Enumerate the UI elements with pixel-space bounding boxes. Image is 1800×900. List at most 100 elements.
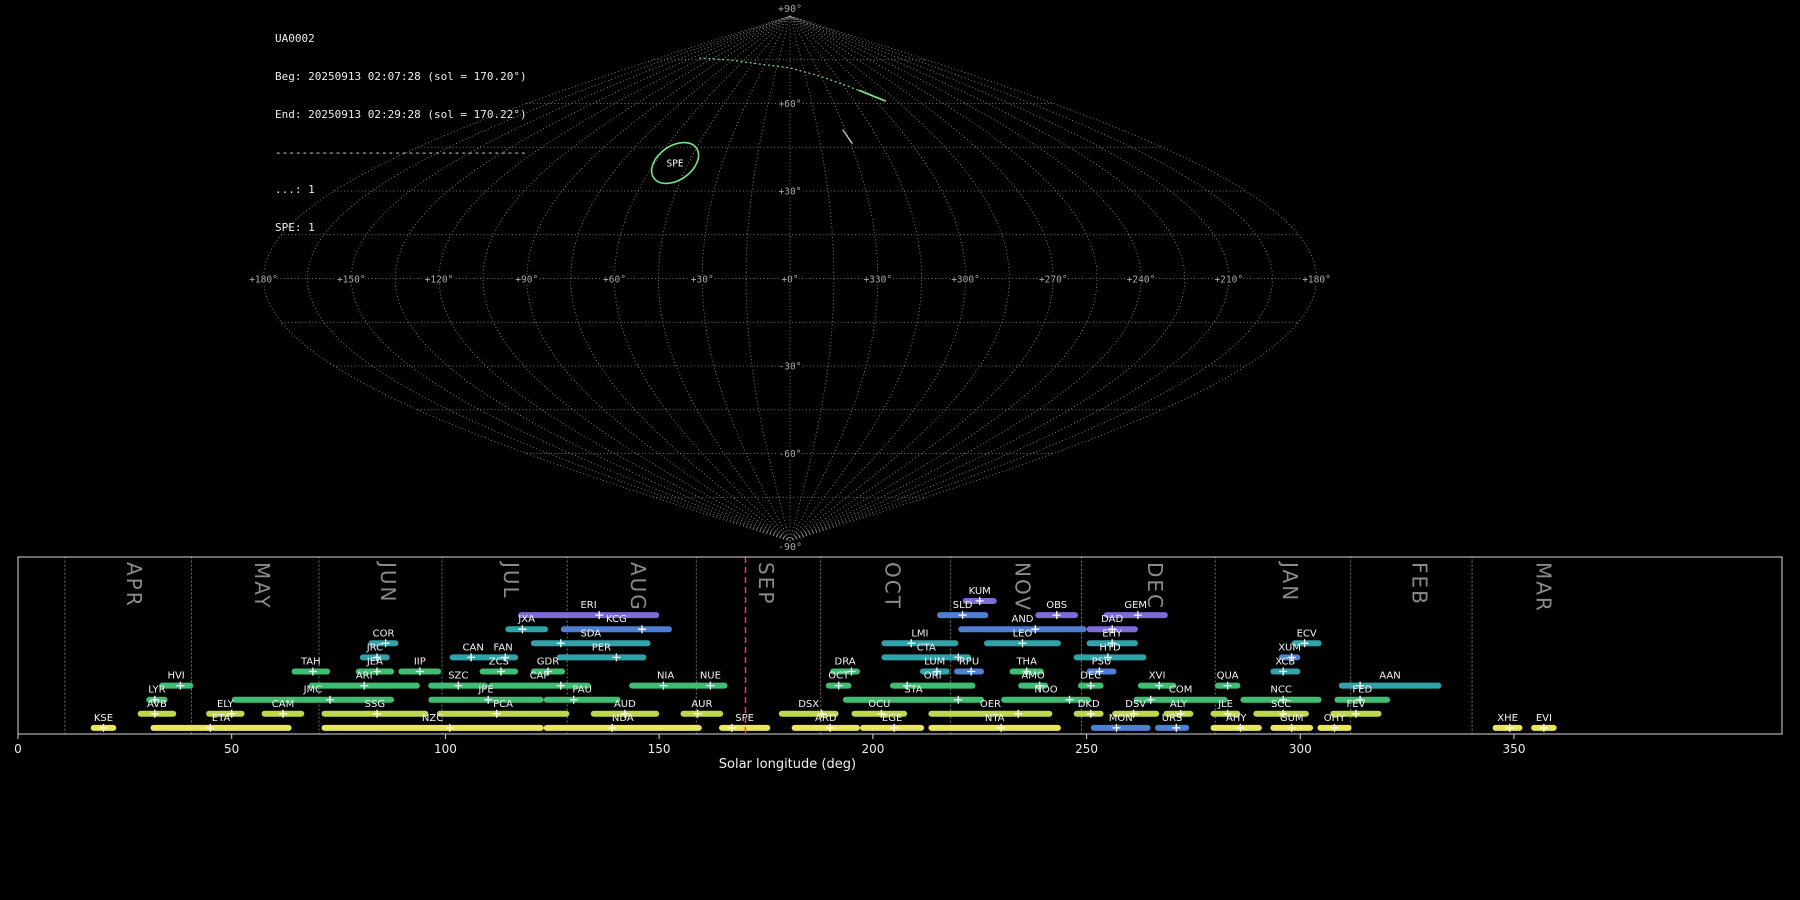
shower-code-AAN: AAN (1379, 671, 1400, 682)
shower-bar-NZC (321, 724, 544, 731)
latitude-label: -60° (779, 449, 802, 460)
longitude-label: +90° (515, 275, 538, 286)
shower-code-LUM: LUM (924, 657, 945, 668)
shower-bar-PER (556, 654, 647, 661)
shower-code-GEM: GEM (1124, 600, 1147, 611)
shower-code-NUE: NUE (700, 671, 721, 682)
separator-line: -------------------------------------- (275, 145, 527, 159)
longitude-label: +30° (691, 275, 714, 286)
pole-label-south: -90° (778, 542, 802, 553)
shower-code-STA: STA (904, 685, 923, 696)
shower-code-OHY: OHY (1324, 713, 1346, 724)
shower-bar-NTA (928, 724, 1061, 731)
shower-bar-STA (842, 696, 984, 703)
month-label-feb: FEB (1407, 562, 1431, 606)
month-label-jun: JUN (376, 560, 400, 604)
shower-code-DRA: DRA (835, 657, 856, 668)
shower-code-COR: COR (373, 628, 395, 639)
shower-code-DEC: DEC (1080, 671, 1101, 682)
shower-code-SCC: SCC (1271, 699, 1291, 710)
month-label-may: MAY (250, 562, 274, 610)
shower-code-ZCS: ZCS (489, 657, 509, 668)
shower-code-PAU: PAU (572, 685, 592, 696)
longitude-label: +60° (603, 275, 626, 286)
shower-code-JLE: JLE (1217, 699, 1233, 710)
month-label-mar: MAR (1532, 562, 1556, 613)
shower-code-NCC: NCC (1270, 685, 1291, 696)
shower-code-EHY: EHY (1102, 628, 1123, 639)
shower-code-SSG: SSG (365, 699, 385, 710)
longitude-label: +180° (1302, 275, 1331, 286)
shower-code-FEV: FEV (1346, 699, 1365, 710)
x-tick-label: 300 (1289, 742, 1312, 756)
longitude-label: +180° (249, 275, 278, 286)
shower-code-COM: COM (1169, 685, 1192, 696)
begin-time-line: Beg: 20250913 02:07:28 (sol = 170.20°) (275, 69, 527, 83)
shower-code-IIP: IIP (414, 657, 426, 668)
shower-code-PCA: PCA (493, 699, 513, 710)
spe-count: SPE: 1 (275, 221, 315, 235)
longitude-label: +240° (1127, 275, 1156, 286)
shower-code-OCT: OCT (828, 671, 850, 682)
x-tick-label: 200 (861, 742, 884, 756)
shower-code-CAN: CAN (463, 642, 484, 653)
shower-code-RPU: RPU (959, 657, 979, 668)
shower-code-FED: FED (1352, 685, 1372, 696)
longitude-label: +270° (1039, 275, 1068, 286)
shower-code-NZC: NZC (422, 713, 443, 724)
shower-code-OBS: OBS (1046, 600, 1067, 611)
shower-code-ARD: ARD (815, 713, 837, 724)
shower-bar-PCA (436, 710, 570, 717)
longitude-label: +120° (425, 275, 454, 286)
month-label-sep: SEP (754, 562, 778, 605)
shower-bar-NDA (543, 724, 702, 731)
activity-timeline: APR MAY JUN JUL AUG SEP OCT NOV DEC JAN FEB MAR KUM E… (14, 556, 1783, 772)
shower-bar-ORI (890, 682, 976, 689)
shower-code-AHY: AHY (1226, 713, 1247, 724)
shower-code-AVB: AVB (147, 699, 167, 710)
shower-bar-PAU (543, 696, 621, 703)
sky-grid-meridian (657, 15, 791, 542)
shower-code-HYD: HYD (1099, 642, 1121, 653)
shower-code-GDR: GDR (537, 657, 559, 668)
shower-bar-ERI (518, 612, 660, 619)
shower-bar-JXA (505, 626, 548, 633)
longitude-label: +210° (1214, 275, 1243, 286)
shower-code-SPE: SPE (735, 713, 754, 724)
shower-code-EVI: EVI (1536, 713, 1552, 724)
shower-code-AUD: AUD (614, 699, 636, 710)
longitude-label: +330° (863, 275, 892, 286)
shower-code-ELY: ELY (217, 699, 235, 710)
shower-code-DAD: DAD (1101, 614, 1123, 625)
shower-code-KCG: KCG (606, 614, 627, 625)
shower-bar-ARD (791, 724, 860, 731)
shower-code-NOO: NOO (1034, 685, 1057, 696)
shower-bar-KCG (560, 626, 672, 633)
shower-code-OER: OER (980, 699, 1001, 710)
shower-code-KSE: KSE (94, 713, 113, 724)
shower-code-PER: PER (592, 642, 611, 653)
x-axis-title: Solar longitude (deg) (719, 757, 856, 772)
shower-code-XHE: XHE (1497, 713, 1518, 724)
shower-code-URS: URS (1162, 713, 1183, 724)
shower-code-ALY: ALY (1170, 699, 1188, 710)
shower-code-JRC: JRC (366, 642, 383, 653)
shower-code-HVI: HVI (167, 671, 184, 682)
pole-label-north: +90° (778, 4, 802, 15)
x-tick-label: 250 (1075, 742, 1098, 756)
shower-code-EGE: EGE (882, 713, 902, 724)
shower-code-NDA: NDA (612, 713, 634, 724)
x-tick-label: 0 (14, 742, 22, 756)
shower-bar-AUR (680, 710, 724, 717)
spe-meteor-track (858, 89, 887, 102)
sporadic-count: ...: 1 (275, 183, 315, 197)
shower-code-KUM: KUM (969, 586, 991, 597)
spe-radiant-label: SPE (666, 158, 683, 169)
shower-code-AMO: AMO (1021, 671, 1044, 682)
x-tick-label: 50 (224, 742, 239, 756)
latitude-label: -30° (779, 362, 802, 373)
month-label-apr: APR (122, 562, 146, 608)
shower-bar-URS (1155, 724, 1190, 731)
shower-code-ECV: ECV (1297, 628, 1317, 639)
shower-bar-AHY (1210, 724, 1262, 731)
